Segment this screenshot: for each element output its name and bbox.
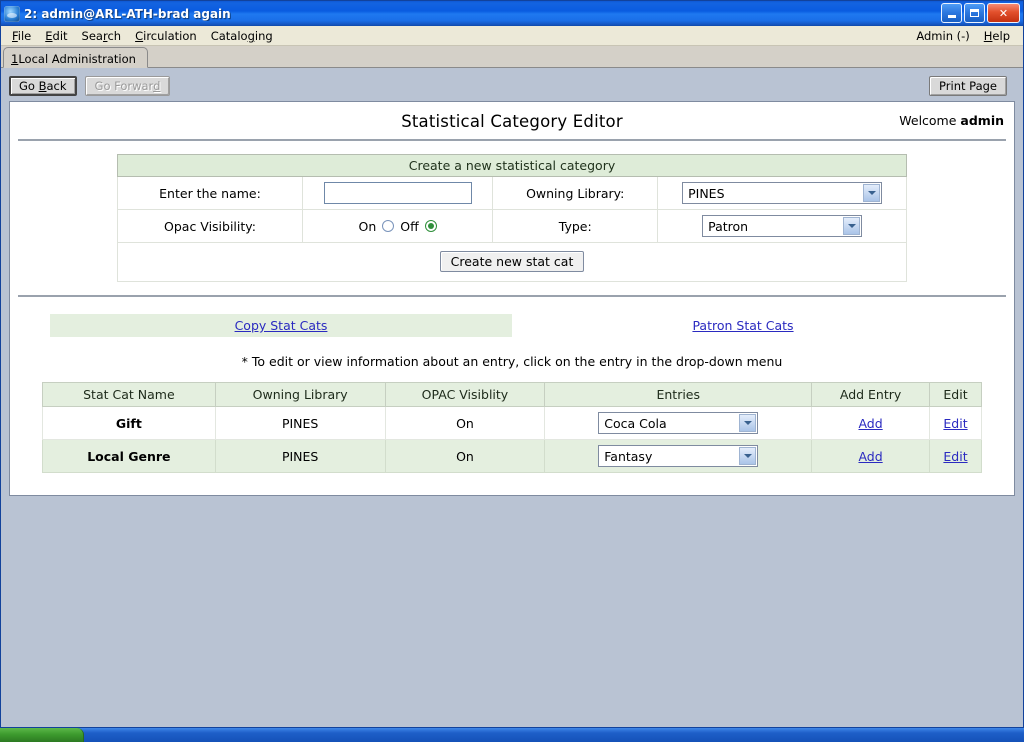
type-value: Patron [708,219,839,234]
go-back-button[interactable]: Go Back [9,76,77,96]
table-row: Local Genre PINES On Fantasy Add [43,440,982,473]
welcome-prefix: Welcome [899,113,960,128]
name-field-cell [303,177,493,210]
type-cell: Patron [658,210,907,243]
menu-bar-right: Admin (-) Help [909,27,1017,45]
opac-visibility-radio-group: On Off [359,219,437,234]
page-canvas: Statistical Category Editor Welcome admi… [9,101,1015,496]
chevron-down-icon [863,184,880,202]
navigation-toolbar: Go Back Go Forward Print Page [9,74,1015,98]
menu-search[interactable]: Search [75,27,129,45]
opac-on-label: On [359,219,377,234]
cell-entries: Coca Cola [545,407,812,440]
chevron-down-icon [739,447,756,465]
opac-visibility-label: Opac Visibility: [118,210,303,243]
application-window: 2: admin@ARL-ATH-brad again ✕ File Edit … [0,0,1024,728]
tab-local-administration[interactable]: 1 Local Administration [3,47,148,68]
cell-stat-cat-name: Local Genre [43,440,216,473]
opac-visibility-cell: On Off [303,210,493,243]
cell-opac-visibility: On [385,407,545,440]
type-select[interactable]: Patron [702,215,862,237]
menu-file[interactable]: File [5,27,38,45]
close-button[interactable]: ✕ [987,3,1020,23]
tab-copy-stat-cats[interactable]: Copy Stat Cats [50,314,512,337]
create-form-heading: Create a new statistical category [118,155,907,177]
opac-off-label: Off [400,219,418,234]
menu-cataloging[interactable]: Cataloging [204,27,280,45]
opac-on-radio[interactable] [382,220,394,232]
create-form-table: Create a new statistical category Enter … [117,154,907,282]
go-forward-button: Go Forward [85,76,171,96]
chevron-down-icon [739,414,756,432]
entries-select[interactable]: Coca Cola [598,412,758,434]
table-header-row: Stat Cat Name Owning Library OPAC Visibl… [43,383,982,407]
chevron-down-icon [843,217,860,235]
welcome-message: Welcome admin [899,113,1004,128]
page-header: Statistical Category Editor Welcome admi… [18,102,1006,141]
owning-library-value: PINES [688,186,859,201]
start-button[interactable] [0,728,84,742]
stat-cat-type-tabs: Copy Stat Cats Patron Stat Cats [10,314,1014,337]
tab-accel-number: 1 [11,52,18,66]
minimize-button[interactable] [941,3,962,23]
edit-link[interactable]: Edit [943,449,967,464]
create-form-section: Create a new statistical category Enter … [10,141,1014,282]
table-row: Gift PINES On Coca Cola Add [43,407,982,440]
cell-owning-library: PINES [215,440,385,473]
maximize-button[interactable] [964,3,985,23]
copy-stat-cats-link[interactable]: Copy Stat Cats [235,318,328,333]
cell-entries: Fantasy [545,440,812,473]
cell-opac-visibility: On [385,440,545,473]
opac-off-radio[interactable] [425,220,437,232]
tab-strip: 1 Local Administration [1,46,1023,68]
cell-owning-library: PINES [215,407,385,440]
name-label: Enter the name: [118,177,303,210]
column-edit: Edit [930,383,982,407]
stat-cat-table: Stat Cat Name Owning Library OPAC Visibl… [42,382,982,473]
print-page-button[interactable]: Print Page [929,76,1007,96]
cell-edit: Edit [930,407,982,440]
owning-library-cell: PINES [658,177,907,210]
patron-stat-cats-link[interactable]: Patron Stat Cats [692,318,793,333]
entries-value: Coca Cola [604,416,735,431]
type-label: Type: [493,210,658,243]
section-divider [18,295,1006,297]
create-submit-cell: Create new stat cat [118,243,907,282]
column-owning-library: Owning Library [215,383,385,407]
entries-select[interactable]: Fantasy [598,445,758,467]
tab-patron-stat-cats[interactable]: Patron Stat Cats [512,314,974,337]
page-title: Statistical Category Editor [18,112,1006,131]
add-entry-link[interactable]: Add [858,449,882,464]
tab-label: Local Administration [18,52,136,66]
cell-edit: Edit [930,440,982,473]
column-add-entry: Add Entry [812,383,930,407]
column-stat-cat-name: Stat Cat Name [43,383,216,407]
name-input[interactable] [324,182,472,204]
taskbar [0,728,1024,742]
menu-circulation[interactable]: Circulation [128,27,204,45]
welcome-username: admin [960,113,1004,128]
help-note: * To edit or view information about an e… [10,354,1014,369]
cell-stat-cat-name: Gift [43,407,216,440]
stat-cat-table-section: Stat Cat Name Owning Library OPAC Visibl… [10,382,1014,473]
title-bar: 2: admin@ARL-ATH-brad again ✕ [1,1,1023,26]
column-entries: Entries [545,383,812,407]
browser-content-host: Go Back Go Forward Print Page Statistica… [1,68,1023,727]
column-opac-visibility: OPAC Visiblity [385,383,545,407]
menu-bar: File Edit Search Circulation Cataloging … [1,26,1023,46]
menu-help[interactable]: Help [977,27,1017,45]
owning-library-select[interactable]: PINES [682,182,882,204]
entries-value: Fantasy [604,449,735,464]
cell-add-entry: Add [812,440,930,473]
window-controls: ✕ [941,3,1020,23]
edit-link[interactable]: Edit [943,416,967,431]
owning-library-label: Owning Library: [493,177,658,210]
window-title: 2: admin@ARL-ATH-brad again [24,7,231,21]
cell-add-entry: Add [812,407,930,440]
app-globe-icon [4,6,20,22]
menu-edit[interactable]: Edit [38,27,74,45]
add-entry-link[interactable]: Add [858,416,882,431]
menu-admin[interactable]: Admin (-) [909,27,976,45]
create-new-stat-cat-button[interactable]: Create new stat cat [440,251,585,272]
